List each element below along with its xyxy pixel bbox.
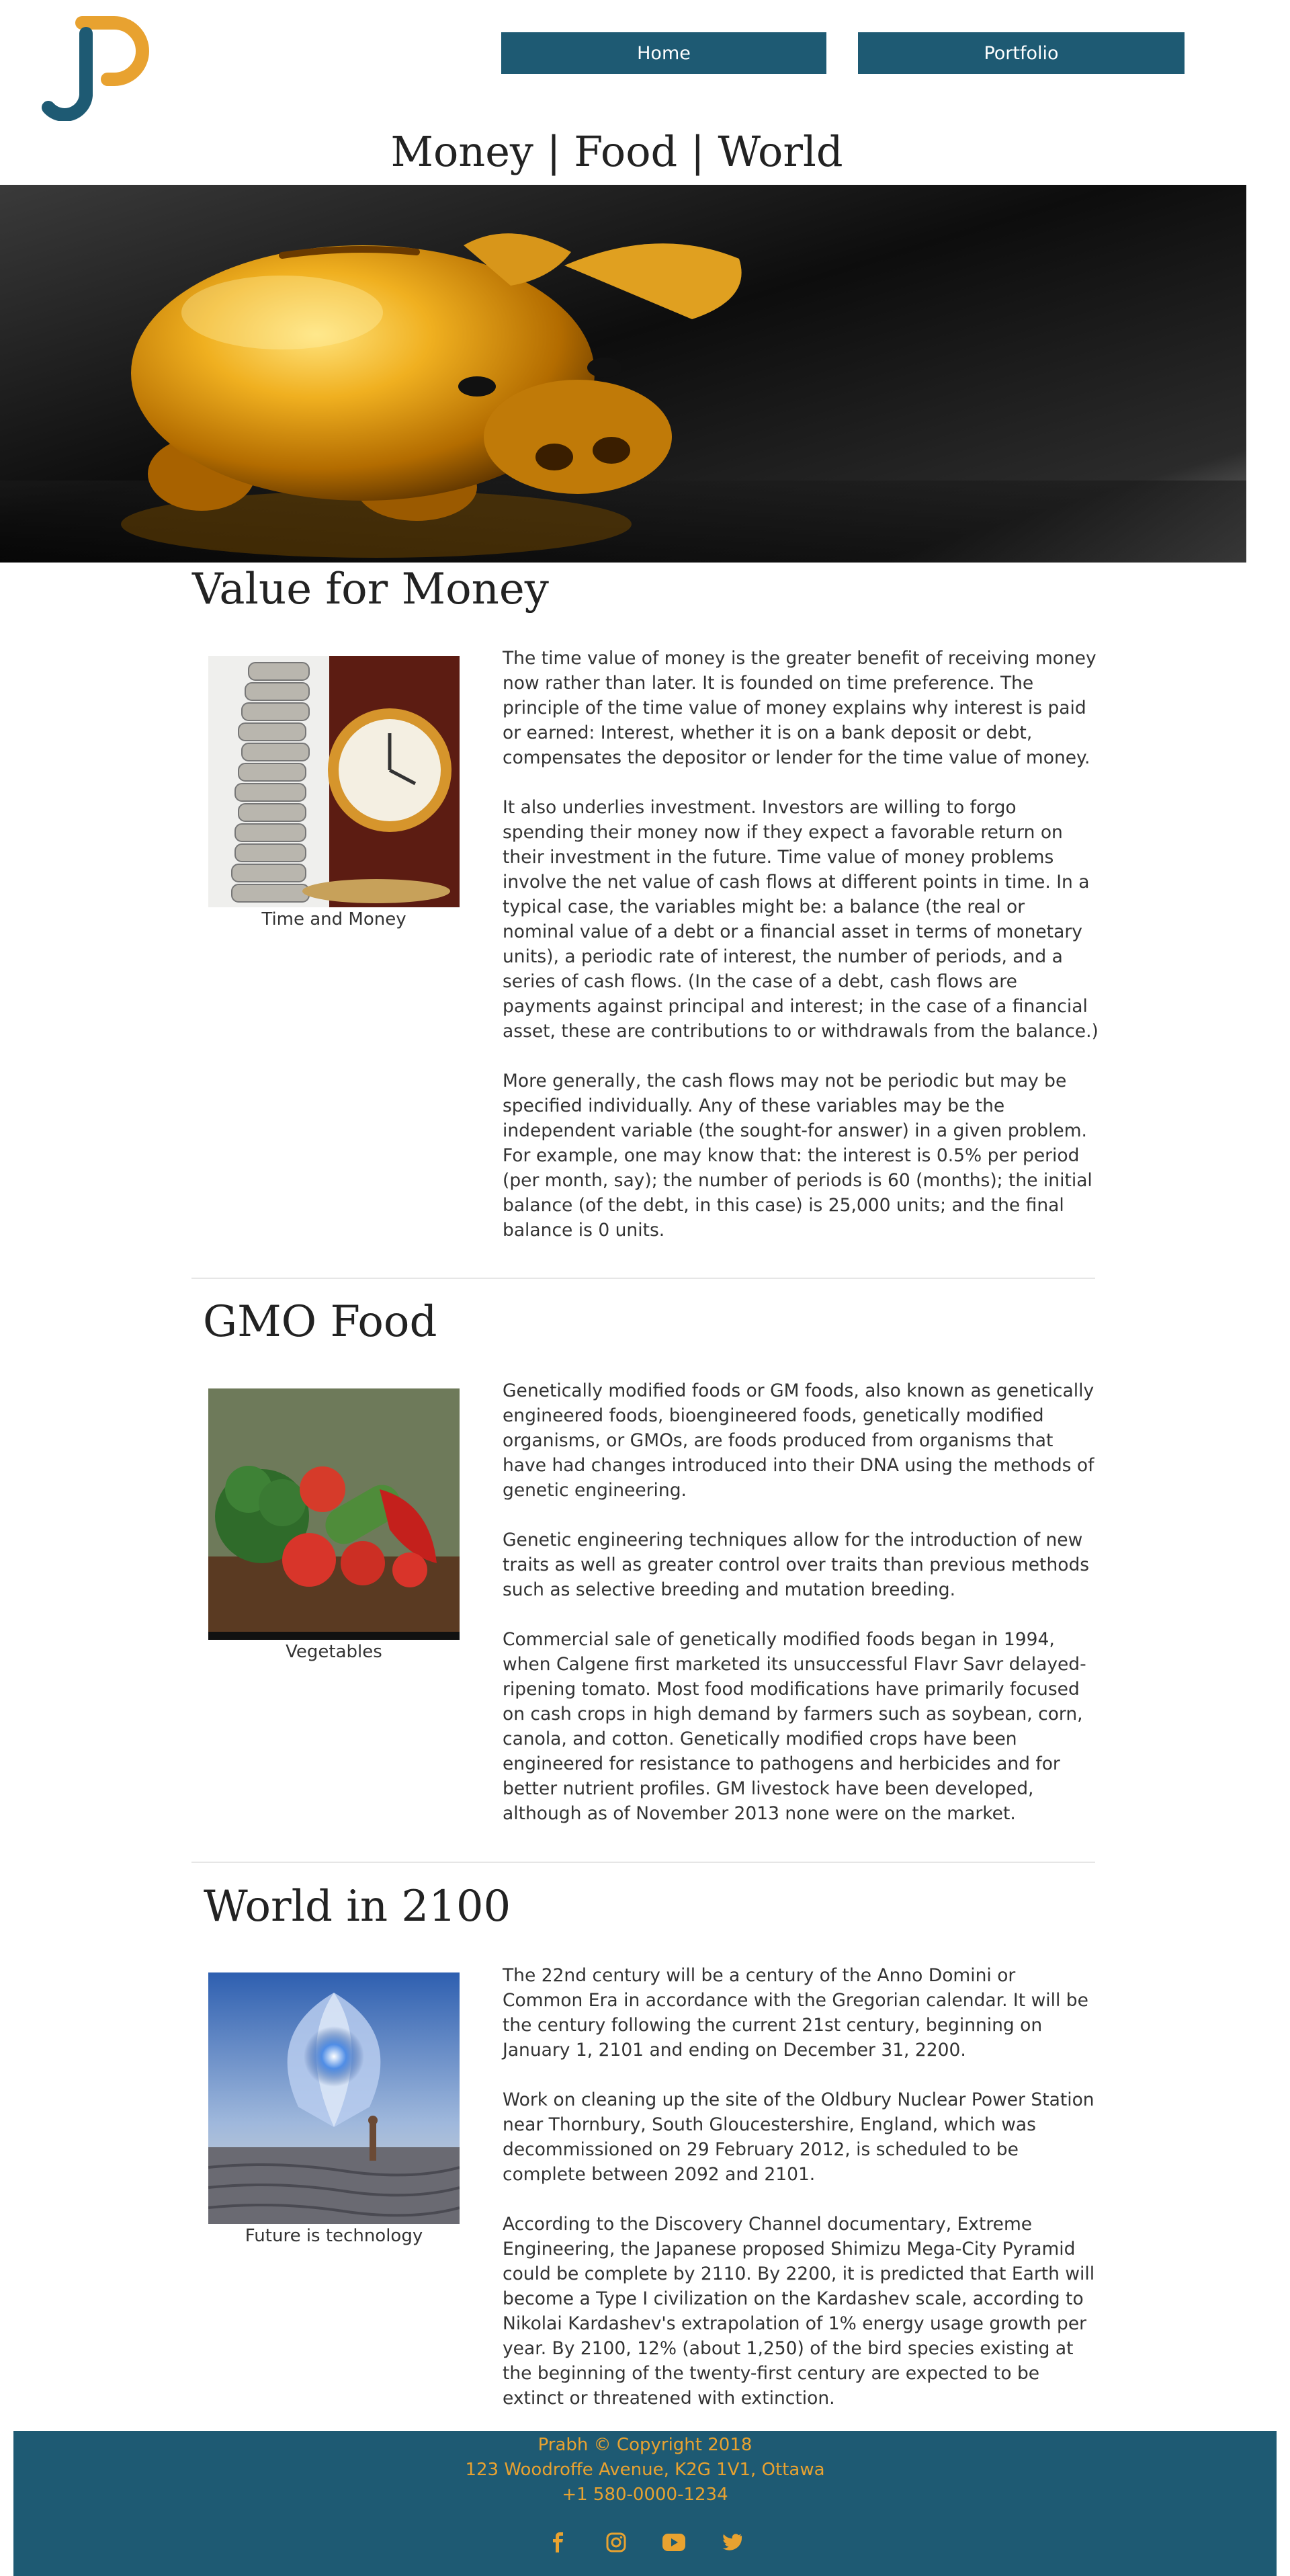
- footer-copyright: Prabh © Copyright 2018: [538, 2435, 752, 2455]
- footer-phone: +1 580-0000-1234: [562, 2485, 728, 2505]
- section-text: Genetically modified foods or GM foods, …: [503, 1378, 1099, 1851]
- paragraph: Commercial sale of genetically modified …: [503, 1629, 1086, 1824]
- paragraph: The 22nd century will be a century of th…: [503, 1965, 1088, 2061]
- figure-caption: Vegetables: [286, 1642, 382, 1662]
- paragraph: Genetic engineering techniques allow for…: [503, 1530, 1090, 1600]
- instagram-icon[interactable]: [604, 2530, 628, 2554]
- site-title: Money | Food | World: [390, 127, 843, 176]
- figure-caption: Future is technology: [245, 2226, 423, 2246]
- paragraph: According to the Discovery Channel docum…: [503, 2214, 1095, 2409]
- youtube-icon[interactable]: [662, 2530, 686, 2554]
- hero-image-piggy-bank: [0, 185, 1246, 563]
- section-text: The 22nd century will be a century of th…: [503, 1963, 1099, 2436]
- site-logo[interactable]: [40, 7, 155, 122]
- vegetables-image: [208, 1388, 460, 1640]
- nav-portfolio-button[interactable]: Portfolio: [858, 32, 1185, 74]
- figure-future-is-technology: Future is technology: [208, 1972, 460, 2247]
- site-footer: Prabh © Copyright 2018 123 Woodroffe Ave…: [13, 2431, 1277, 2576]
- facebook-icon[interactable]: [546, 2530, 570, 2554]
- figure-vegetables: Vegetables: [208, 1388, 460, 1663]
- section-title: GMO Food: [203, 1297, 437, 1347]
- future-technology-image: [208, 1972, 460, 2224]
- nav-home-button[interactable]: Home: [501, 32, 826, 74]
- section-title: World in 2100: [204, 1882, 511, 1931]
- section-divider: [191, 1862, 1095, 1863]
- section-title: Value for Money: [192, 565, 549, 614]
- paragraph: It also underlies investment. Investors …: [503, 797, 1099, 1042]
- paragraph: The time value of money is the greater b…: [503, 648, 1096, 768]
- time-and-money-image: [208, 656, 460, 907]
- paragraph: Genetically modified foods or GM foods, …: [503, 1380, 1094, 1501]
- section-divider: [191, 1278, 1095, 1279]
- section-text: The time value of money is the greater b…: [503, 646, 1099, 1268]
- social-links: [13, 2530, 1277, 2554]
- paragraph: More generally, the cash flows may not b…: [503, 1071, 1092, 1241]
- paragraph: Work on cleaning up the site of the Oldb…: [503, 2089, 1094, 2185]
- twitter-icon[interactable]: [720, 2530, 744, 2554]
- figure-caption: Time and Money: [261, 909, 406, 929]
- figure-time-and-money: Time and Money: [208, 656, 460, 930]
- footer-address: 123 Woodroffe Avenue, K2G 1V1, Ottawa: [465, 2460, 825, 2480]
